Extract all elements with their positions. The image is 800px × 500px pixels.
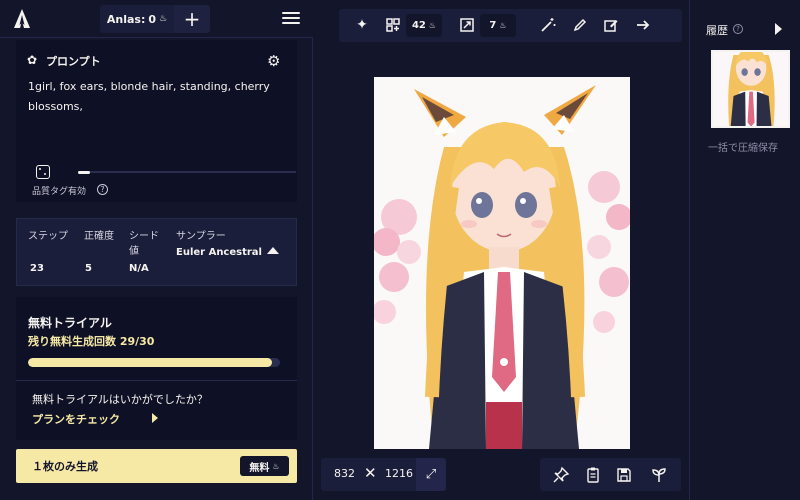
pin-icon[interactable] <box>552 466 570 484</box>
upscale-icon[interactable] <box>458 16 476 34</box>
anlas-value: 0 <box>148 12 157 26</box>
free-badge-label: 無料 <box>249 462 270 474</box>
sampler-collapse-arrow-icon[interactable] <box>267 247 279 254</box>
seed-sprout-icon[interactable] <box>650 466 668 484</box>
variations-cost: 42 ♨ <box>406 14 442 37</box>
hamburger-menu-icon[interactable] <box>280 9 302 29</box>
anlas-icon: ♨ <box>159 14 168 24</box>
save-icon[interactable] <box>615 466 633 484</box>
image-toolbar: ✦ 42 ♨ 7 ♨ <box>339 9 682 42</box>
generated-image[interactable] <box>374 77 630 449</box>
steps-label: ステップ <box>28 231 68 242</box>
generate-label: １枚のみ生成 <box>32 460 98 473</box>
free-trial-card: 無料トライアル 残り無料生成回数 29/30 無料トライアルはいかがでしたか？ … <box>16 297 297 440</box>
guidance-value[interactable]: 5 <box>85 263 92 274</box>
generation-params: ステップ 23 正確度 5 シード値 N/A サンプラー Euler Ances… <box>16 218 297 286</box>
dimension-times: ✕ <box>364 464 377 482</box>
prompt-input[interactable]: 1girl, fox ears, blonde hair, standing, … <box>28 77 288 117</box>
flower-icon: ✿ <box>27 53 38 67</box>
edit-image-icon[interactable] <box>602 16 620 34</box>
trial-progress-fill <box>28 358 272 367</box>
free-cost-badge: 無料 ♨ <box>240 456 289 476</box>
history-help-icon[interactable]: ? <box>733 24 743 34</box>
inpaint-pen-icon[interactable] <box>571 16 589 34</box>
enhance-sparkle-icon[interactable]: ✦ <box>353 16 371 34</box>
history-thumbnail-illustration <box>728 52 775 126</box>
trial-progress-bar <box>28 358 280 367</box>
prompt-settings-gear-icon[interactable]: ⚙ <box>267 52 280 70</box>
copy-to-clipboard-icon[interactable] <box>584 466 602 484</box>
novelai-logo-icon[interactable] <box>12 8 32 30</box>
add-anlas-button[interactable]: + <box>174 5 210 33</box>
history-thumbnail[interactable] <box>711 50 790 128</box>
random-prompt-dice-icon[interactable] <box>36 165 50 179</box>
trial-question: 無料トライアルはいかがでしたか？ <box>32 393 208 406</box>
magic-wand-icon[interactable] <box>539 16 557 34</box>
plus-icon: + <box>183 7 201 31</box>
prompt-strength-slider-fill[interactable] <box>78 171 90 174</box>
expand-icon[interactable]: ⤢ <box>416 458 446 491</box>
divider <box>16 380 297 381</box>
prompt-strength-slider-track[interactable] <box>78 171 296 173</box>
left-panel: Anlas: 0 ♨ + ✿ プロンプト ⚙ 1girl, fox ears, … <box>0 0 313 500</box>
steps-value[interactable]: 23 <box>30 263 44 274</box>
bulk-save-zip-link[interactable]: 一括で圧縮保存 <box>708 139 778 154</box>
guidance-label: 正確度 <box>84 231 114 242</box>
arrow-right-icon[interactable] <box>634 16 652 34</box>
anlas-icon: ♨ <box>272 461 280 471</box>
history-title: 履歴 <box>706 24 728 37</box>
prompt-title: プロンプト <box>46 55 101 68</box>
image-width: 832 <box>334 467 355 480</box>
prompt-card: ✿ プロンプト ⚙ 1girl, fox ears, blonde hair, … <box>16 40 297 202</box>
play-arrow-icon[interactable] <box>152 413 158 423</box>
seed-label: シード値 <box>129 231 159 257</box>
anlas-icon: ♨ <box>428 21 437 30</box>
image-height: 1216 <box>385 467 413 480</box>
fox-girl-illustration <box>374 85 630 449</box>
quality-tags-label[interactable]: 品質タグ有効 <box>32 184 86 197</box>
anlas-icon: ♨ <box>499 21 507 30</box>
image-dimensions: 832 ✕ 1216 ⤢ <box>321 458 446 491</box>
seed-value[interactable]: N/A <box>129 263 149 274</box>
upscale-cost-value: 7 <box>489 20 497 31</box>
image-view: ✦ 42 ♨ 7 ♨ 832 ✕ 1216 ⤢ <box>313 0 689 500</box>
quality-tags-help-icon[interactable]: ? <box>97 184 108 195</box>
variations-grid-icon[interactable] <box>384 16 402 34</box>
generate-one-image-button[interactable]: １枚のみ生成 無料 ♨ <box>16 449 297 483</box>
sampler-select[interactable]: Euler Ancestral <box>176 247 262 258</box>
check-plans-link[interactable]: プランをチェック <box>32 411 120 427</box>
history-collapse-arrow-icon[interactable] <box>775 23 782 35</box>
trial-remaining-count: 残り無料生成回数 29/30 <box>28 335 155 348</box>
trial-title: 無料トライアル <box>28 316 112 330</box>
sampler-label: サンプラー <box>176 231 226 242</box>
variations-cost-value: 42 <box>411 20 426 31</box>
image-actions <box>540 458 681 491</box>
top-bar: Anlas: 0 ♨ + <box>0 0 313 38</box>
anlas-balance: Anlas: 0 ♨ <box>100 5 174 33</box>
upscale-cost: 7 ♨ <box>480 14 516 37</box>
anlas-label: Anlas: <box>106 12 146 26</box>
history-panel: 履歴 ? 一括で圧縮保存 <box>689 0 800 500</box>
